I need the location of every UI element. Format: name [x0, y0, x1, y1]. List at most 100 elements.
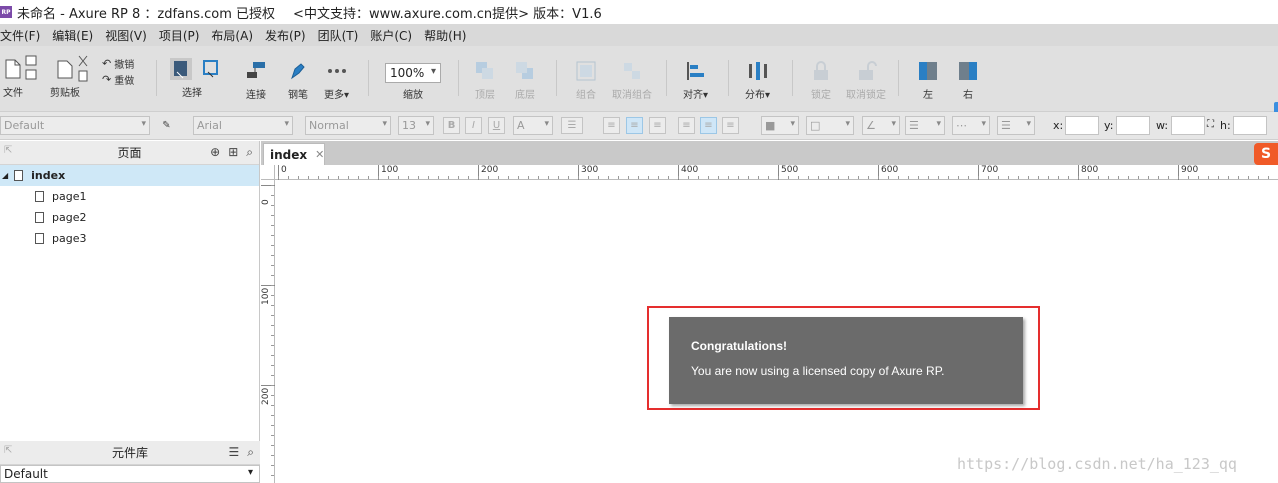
lock-button[interactable]: 锁定 — [810, 60, 832, 101]
aspect-lock-icon[interactable]: ⛶ — [1207, 119, 1214, 130]
tab-index[interactable]: index ✕ — [263, 143, 325, 165]
close-icon[interactable]: ✕ — [315, 148, 324, 161]
zoom-label: 缩放 — [403, 90, 423, 101]
ruler-tick — [271, 365, 274, 366]
add-folder-icon[interactable]: ⊞ — [228, 145, 238, 160]
ruler-corner — [261, 165, 275, 180]
align-button[interactable]: 对齐▾ — [683, 60, 708, 101]
tree-item-page1[interactable]: page1 — [0, 186, 259, 207]
arrow-style-select[interactable]: ☰ — [997, 116, 1035, 135]
x-input[interactable] — [1065, 116, 1099, 135]
shadow-select[interactable]: □ — [806, 116, 854, 135]
menu-layout[interactable]: 布局(A) — [211, 27, 259, 44]
group-button[interactable]: 组合 — [575, 60, 597, 101]
unlock-button[interactable]: 取消锁定 — [846, 60, 886, 101]
ruler-tick — [278, 176, 279, 179]
add-page-icon[interactable]: ⊕ — [210, 145, 220, 160]
send-to-bottom-button[interactable]: 底层 — [514, 60, 536, 101]
ruler-tick — [718, 176, 719, 179]
style-select[interactable]: Default — [0, 116, 150, 135]
ruler-tick — [298, 176, 299, 179]
ruler-tick — [271, 425, 274, 426]
bring-to-top-button[interactable]: 顶层 — [474, 60, 496, 101]
ruler-tick — [1088, 176, 1089, 179]
bold-button[interactable]: B — [443, 117, 460, 134]
ungroup-button[interactable]: 取消组合 — [612, 60, 652, 101]
cut-icon — [78, 55, 88, 82]
line-color-select[interactable]: ∠ — [862, 116, 900, 135]
tree-item-index[interactable]: ◢ index — [0, 165, 259, 186]
menu-file[interactable]: 文件(F) — [0, 27, 46, 44]
pin-icon[interactable]: ⇱ — [4, 145, 12, 156]
valign-bottom-button[interactable]: ≡ — [722, 117, 739, 134]
align-text-center-button[interactable]: ≡ — [626, 117, 643, 134]
ruler-tick — [528, 176, 529, 179]
font-weight-select[interactable]: Normal — [305, 116, 391, 135]
ruler-tick — [288, 176, 289, 179]
more-button[interactable]: 更多▾ — [324, 60, 349, 101]
search-icon[interactable]: ⌕ — [246, 145, 253, 160]
line-width-select[interactable]: ☰ — [905, 116, 945, 135]
font-color-select[interactable]: A — [513, 116, 553, 135]
menu-publish[interactable]: 发布(P) — [265, 27, 312, 44]
search-icon[interactable]: ⌕ — [247, 445, 254, 460]
shadow-icon: □ — [810, 119, 821, 132]
valign-top-button[interactable]: ≡ — [678, 117, 695, 134]
w-label: w: — [1156, 119, 1169, 132]
italic-button[interactable]: I — [465, 117, 482, 134]
menu-help[interactable]: 帮助(H) — [424, 27, 472, 44]
ruler-tick — [271, 355, 274, 356]
style-edit-icon[interactable]: ✎ — [158, 117, 175, 134]
list-button[interactable]: ☰ — [561, 117, 583, 134]
valign-middle-button[interactable]: ≡ — [700, 117, 717, 134]
menu-view[interactable]: 视图(V) — [105, 27, 153, 44]
library-select[interactable]: Default — [0, 465, 260, 483]
tree-item-page3[interactable]: page3 — [0, 228, 259, 249]
menu-edit[interactable]: 编辑(E) — [52, 27, 99, 44]
line-color-icon: ∠ — [866, 119, 876, 132]
distribute-button[interactable]: 分布▾ — [745, 60, 770, 101]
save-small-button[interactable] — [24, 54, 38, 82]
line-style-select[interactable]: ⋯ — [952, 116, 990, 135]
ruler-tick — [478, 176, 479, 179]
ruler-tick — [688, 176, 689, 179]
menu-account[interactable]: 账户(C) — [370, 27, 418, 44]
ruler-tick — [878, 176, 879, 179]
h-input[interactable] — [1233, 116, 1267, 135]
ruler-tick — [1048, 176, 1049, 179]
ruler-tick — [271, 435, 274, 436]
cut-copy-buttons[interactable] — [76, 54, 90, 84]
y-input[interactable] — [1116, 116, 1150, 135]
ruler-tick — [271, 375, 274, 376]
right-panel-toggle[interactable]: 右 — [957, 60, 979, 101]
redo-button[interactable]: ↷ 重做 — [102, 72, 134, 87]
expand-icon[interactable]: ◢ — [2, 171, 8, 180]
ruler-tick — [1228, 176, 1229, 179]
menu-project[interactable]: 项目(P) — [159, 27, 206, 44]
menu-team[interactable]: 团队(T) — [318, 27, 365, 44]
fill-color-select[interactable]: ■ — [761, 116, 799, 135]
ruler-tick — [1258, 176, 1259, 179]
ruler-tick — [808, 176, 809, 179]
font-size-select[interactable]: 13 — [398, 116, 434, 135]
menu-icon[interactable]: ☰ — [229, 445, 240, 460]
align-text-right-button[interactable]: ≡ — [649, 117, 666, 134]
select-button[interactable]: 选择 — [170, 58, 222, 99]
pen-button[interactable]: 钢笔 — [287, 60, 309, 101]
undo-button[interactable]: ↶ 撤销 — [102, 56, 134, 71]
separator — [898, 60, 899, 96]
zoom-select[interactable]: 100% — [385, 63, 441, 83]
underline-button[interactable]: U — [488, 117, 505, 134]
connect-button[interactable]: 连接 — [245, 60, 267, 101]
pin-icon[interactable]: ⇱ — [4, 445, 12, 456]
ruler-tick — [271, 445, 274, 446]
ruler-tick — [1128, 176, 1129, 179]
w-input[interactable] — [1171, 116, 1205, 135]
pen-icon — [291, 63, 305, 80]
sogou-ime-icon[interactable]: S — [1254, 143, 1278, 165]
left-panel-toggle[interactable]: 左 — [917, 60, 939, 101]
align-text-left-button[interactable]: ≡ — [603, 117, 620, 134]
tree-item-page2[interactable]: page2 — [0, 207, 259, 228]
file-button[interactable]: 文件 — [2, 58, 24, 99]
font-select[interactable]: Arial — [193, 116, 293, 135]
